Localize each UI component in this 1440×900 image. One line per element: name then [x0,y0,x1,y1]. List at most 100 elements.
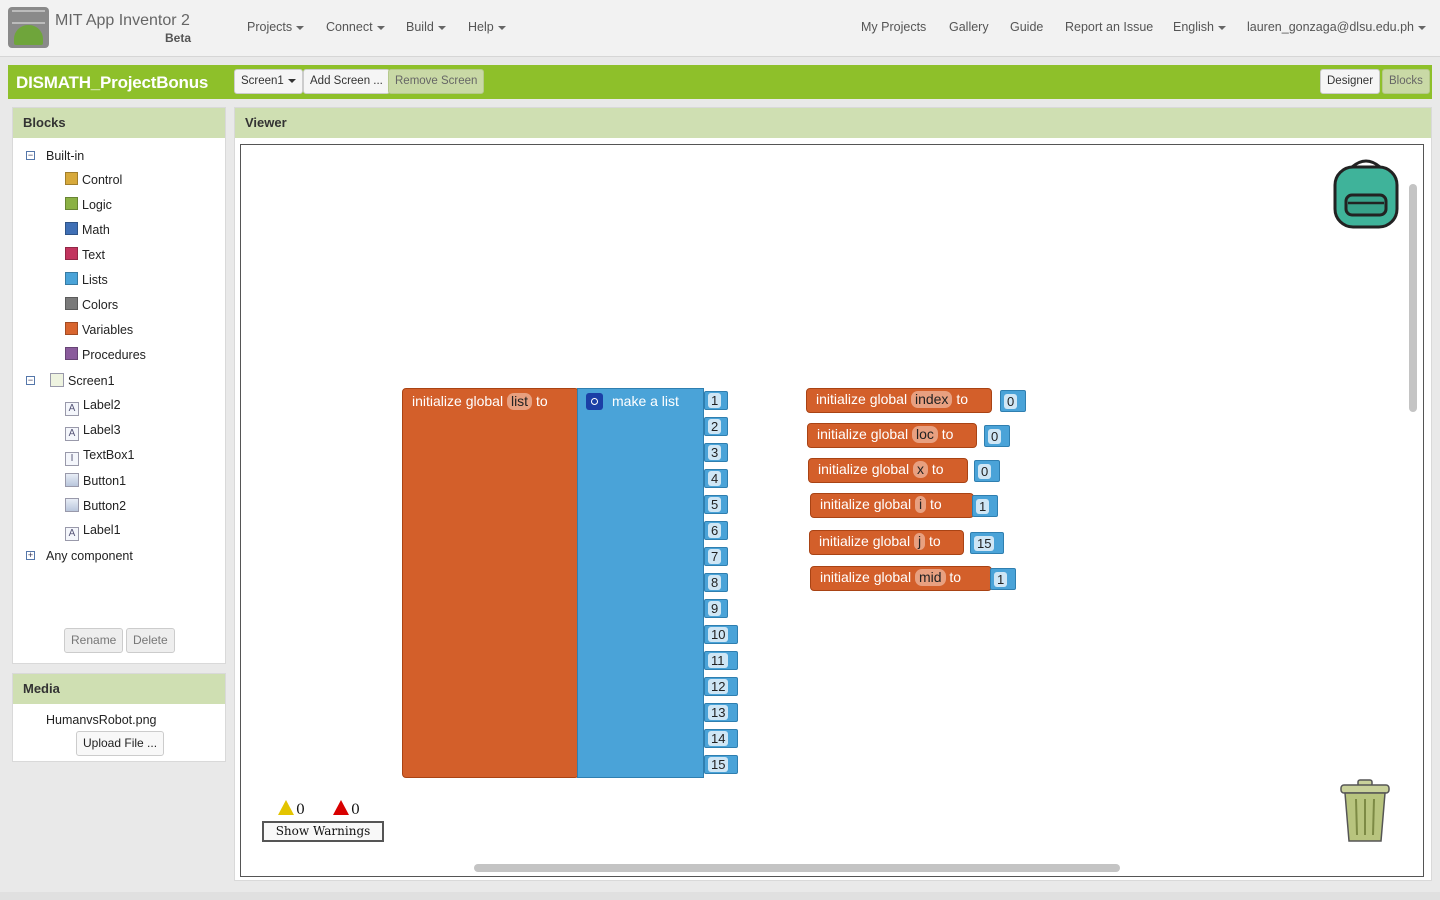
collapse-screen1-icon[interactable]: − [26,376,35,385]
variable-name-index[interactable]: index [910,391,953,408]
help-menu[interactable]: Help [468,20,506,34]
variable-name-loc[interactable]: loc [911,426,938,443]
language-menu[interactable]: English [1173,20,1226,34]
global-value-number-block[interactable]: 15 [970,532,1004,554]
block-category-text[interactable]: Text [65,247,105,262]
list-item-number-block[interactable]: 8 [704,573,728,592]
list-item-number-block[interactable]: 13 [704,703,738,722]
list-item-number-block[interactable]: 3 [704,443,728,462]
screen-select-dropdown[interactable]: Screen1 [234,69,303,94]
component-label1[interactable]: A Label1 [65,523,121,541]
variable-name-j[interactable]: j [913,533,926,550]
list-item-number-block[interactable]: 14 [704,729,738,748]
list-item-number-block[interactable]: 9 [704,599,728,618]
variable-name-mid[interactable]: mid [914,569,946,586]
global-value-number-block[interactable]: 1 [990,568,1016,590]
number-value[interactable]: 5 [708,497,722,512]
rename-button[interactable]: Rename [64,628,124,653]
variable-name-i[interactable]: i [914,496,927,513]
list-item-number-block[interactable]: 10 [704,625,738,644]
block-category-lists[interactable]: Lists [65,272,108,287]
upload-file-button[interactable]: Upload File ... [76,731,165,756]
category-label: Math [82,223,110,237]
number-value[interactable]: 3 [708,445,722,460]
list-item-number-block[interactable]: 11 [704,651,738,670]
projects-menu[interactable]: Projects [247,20,305,34]
number-value[interactable]: 4 [708,471,722,486]
init-list-label: initialize global list to [412,393,548,410]
workspace-horizontal-scrollbar[interactable] [474,864,1120,872]
expand-any-component-icon[interactable]: + [26,551,35,560]
remove-screen-button[interactable]: Remove Screen [388,69,485,94]
number-value[interactable]: 0 [1004,394,1018,409]
block-category-control[interactable]: Control [65,172,122,187]
component-button2[interactable]: Button2 [65,498,126,513]
number-value[interactable]: 13 [708,705,729,720]
number-value[interactable]: 14 [708,731,729,746]
number-value[interactable]: 7 [708,549,722,564]
number-value[interactable]: 2 [708,419,722,434]
delete-button[interactable]: Delete [126,628,175,653]
number-value[interactable]: 1 [708,393,722,408]
block-category-variables[interactable]: Variables [65,322,133,337]
number-value[interactable]: 6 [708,523,722,538]
list-item-number-block[interactable]: 7 [704,547,728,566]
list-item-number-block[interactable]: 12 [704,677,738,696]
connect-menu[interactable]: Connect [326,20,385,34]
initialize-global-list-block[interactable] [402,388,579,778]
list-item-number-block[interactable]: 4 [704,469,728,488]
global-value-number-block[interactable]: 1 [972,495,998,517]
media-file-item[interactable]: HumanvsRobot.png [46,713,156,727]
gallery-link[interactable]: Gallery [949,20,989,34]
user-menu[interactable]: lauren_gonzaga@dlsu.edu.ph [1247,20,1426,34]
variable-name-list[interactable]: list [506,393,533,410]
backpack-icon[interactable] [1330,157,1402,229]
number-value[interactable]: 1 [976,499,990,514]
list-item-number-block[interactable]: 2 [704,417,728,436]
make-a-list-block[interactable] [577,388,704,778]
app-title[interactable]: MIT App Inventor 2 [55,12,190,30]
blocks-button[interactable]: Blocks [1382,69,1430,94]
add-screen-button[interactable]: Add Screen ... [303,69,390,94]
global-value-number-block[interactable]: 0 [984,425,1010,447]
list-item-number-block[interactable]: 6 [704,521,728,540]
collapse-builtin-icon[interactable]: − [26,151,35,160]
report-issue-link[interactable]: Report an Issue [1065,20,1153,34]
number-value[interactable]: 9 [708,601,722,616]
number-value[interactable]: 11 [708,653,728,668]
number-value[interactable]: 1 [994,572,1008,587]
number-value[interactable]: 0 [988,429,1002,444]
workspace-vertical-scrollbar[interactable] [1409,184,1417,412]
list-item-number-block[interactable]: 1 [704,391,728,410]
tree-item-screen1[interactable]: Screen1 [50,373,115,388]
component-textbox1[interactable]: I TextBox1 [65,448,134,466]
tree-item-builtin[interactable]: Built-in [46,149,84,163]
mutator-gear-icon[interactable] [586,393,603,410]
trash-can-icon[interactable] [1338,779,1392,845]
block-category-logic[interactable]: Logic [65,197,112,212]
build-menu[interactable]: Build [406,20,446,34]
number-value[interactable]: 8 [708,575,722,590]
component-label2[interactable]: A Label2 [65,398,121,416]
list-item-number-block[interactable]: 15 [704,755,738,774]
number-value[interactable]: 12 [708,679,729,694]
show-warnings-button[interactable]: Show Warnings [262,821,384,842]
global-value-number-block[interactable]: 0 [974,460,1000,482]
number-value[interactable]: 15 [974,536,995,551]
designer-button[interactable]: Designer [1320,69,1381,94]
number-value[interactable]: 15 [708,757,729,772]
number-value[interactable]: 10 [708,627,729,642]
tree-item-any-component[interactable]: Any component [46,549,133,563]
variable-name-x[interactable]: x [912,461,928,478]
list-item-number-block[interactable]: 5 [704,495,728,514]
block-category-math[interactable]: Math [65,222,110,237]
component-label3[interactable]: A Label3 [65,423,121,441]
app-inventor-logo-icon[interactable] [8,7,49,48]
component-button1[interactable]: Button1 [65,473,126,488]
block-category-procedures[interactable]: Procedures [65,347,146,362]
block-category-colors[interactable]: Colors [65,297,118,312]
my-projects-link[interactable]: My Projects [861,20,926,34]
number-value[interactable]: 0 [978,464,992,479]
guide-link[interactable]: Guide [1010,20,1043,34]
global-value-number-block[interactable]: 0 [1000,390,1026,412]
